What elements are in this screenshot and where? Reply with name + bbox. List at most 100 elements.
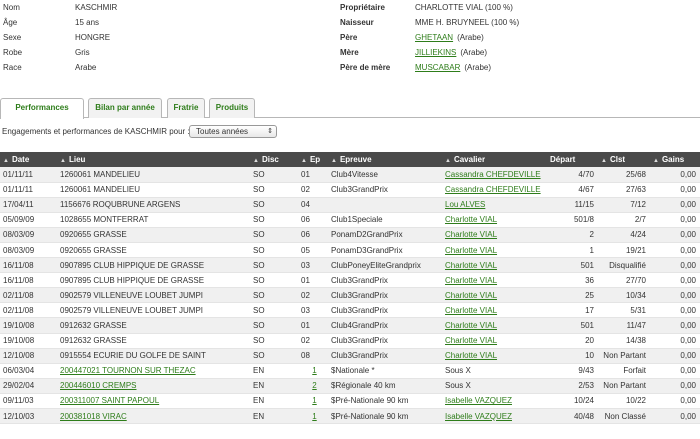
col-cavalier[interactable]: ▲ Cavalier: [442, 152, 547, 167]
table-row: 02/11/08 0902579 VILLENEUVE LOUBET JUMPI S…: [0, 287, 700, 304]
cell-epreuve: $Nationale *: [328, 363, 442, 379]
pere-de-mere-link[interactable]: MUSCABAR: [415, 63, 460, 72]
cell-disc: SO: [250, 242, 298, 259]
cell-disc: EN: [250, 363, 298, 379]
cell-cavalier-link[interactable]: Charlotte VIAL: [445, 246, 497, 255]
cell-cavalier-link[interactable]: Cassandra CHEFDEVILLE: [445, 170, 541, 179]
col-epreuve[interactable]: ▲ Epreuve: [328, 152, 442, 167]
cell-epreuve: Club3GrandPrix: [328, 302, 442, 319]
col-disc[interactable]: ▲ Disc: [250, 152, 298, 167]
cell-epreuve: $Pré-Nationale 90 km: [328, 408, 442, 425]
cell-clst: Non Partant: [598, 378, 650, 394]
tab-produits[interactable]: Produits: [209, 98, 255, 118]
cell-ep: 06: [298, 227, 328, 243]
cell-epreuve: PonamD2GrandPrix: [328, 227, 442, 243]
cell-clst: 25/68: [598, 167, 650, 183]
cell-cavalier-link[interactable]: Charlotte VIAL: [445, 215, 497, 224]
cell-cavalier-link[interactable]: Charlotte VIAL: [445, 291, 497, 300]
col-date[interactable]: ▲ Date: [0, 152, 57, 167]
sort-icon: ▲: [253, 158, 259, 164]
col-depart[interactable]: Départ: [547, 152, 598, 167]
cell-gains: 0,00: [650, 408, 700, 425]
cell-depart: 11/15: [547, 197, 598, 213]
info-value: Arabe: [75, 63, 97, 72]
cell-disc: SO: [250, 317, 298, 334]
cell-gains: 0,00: [650, 317, 700, 334]
cell-cavalier-link[interactable]: Charlotte VIAL: [445, 261, 497, 270]
cell-lieu: 0920655 GRASSE: [57, 227, 250, 243]
col-lieu[interactable]: ▲ Lieu: [57, 152, 250, 167]
cell-cavalier-link[interactable]: Charlotte VIAL: [445, 276, 497, 285]
cell-cavalier: Charlotte VIAL: [442, 317, 547, 334]
mere-race: (Arabe): [460, 48, 488, 57]
cell-cavalier-link[interactable]: Charlotte VIAL: [445, 306, 497, 315]
cell-depart: 501: [547, 317, 598, 334]
cell-epreuve: PonamD3GrandPrix: [328, 242, 442, 259]
pere-link[interactable]: GHETAAN: [415, 33, 453, 42]
cell-clst: 19/21: [598, 242, 650, 259]
cell-cavalier-link[interactable]: Charlotte VIAL: [445, 351, 497, 360]
cell-date: 05/09/09: [0, 212, 57, 228]
mere-link[interactable]: JILLIEKINS: [415, 48, 456, 57]
cell-clst: 5/31: [598, 302, 650, 319]
cell-depart: 20: [547, 333, 598, 349]
cell-depart: 9/43: [547, 363, 598, 379]
col-ep-label: Ep: [309, 155, 321, 164]
cell-cavalier-link[interactable]: Lou ALVES: [445, 200, 485, 209]
cell-cavalier: Isabelle VAZQUEZ: [442, 408, 547, 425]
cell-lieu-link[interactable]: 200447021 TOURNON SUR THEZAC: [60, 366, 196, 375]
tab-bilan-par-annee[interactable]: Bilan par année: [88, 98, 162, 118]
cell-gains: 0,00: [650, 287, 700, 304]
info-label: Père de mère: [340, 63, 391, 72]
col-gains[interactable]: ▲ Gains: [650, 152, 700, 167]
cell-epreuve: Club3GrandPrix: [328, 182, 442, 198]
cell-ep-link[interactable]: 1: [312, 396, 316, 405]
cell-cavalier-link[interactable]: Cassandra CHEFDEVILLE: [445, 185, 541, 194]
col-clst-label: Clst: [609, 155, 626, 164]
cell-lieu-link[interactable]: 200446010 CREMPS: [60, 381, 137, 390]
cell-clst: 27/70: [598, 272, 650, 289]
year-filter: Engagements et performances de KASCHMIR …: [2, 125, 277, 139]
cell-depart: 2/53: [547, 378, 598, 394]
cell-ep-link[interactable]: 1: [312, 412, 316, 421]
tab-bar: Performances Bilan par année Fratrie Pro…: [0, 98, 700, 119]
info-value-wrap: GHETAAN (Arabe): [415, 31, 484, 44]
cell-clst: Disqualifié: [598, 257, 650, 274]
tab-fratrie[interactable]: Fratrie: [167, 98, 205, 118]
cell-ep: 04: [298, 197, 328, 213]
cell-cavalier-link[interactable]: Charlotte VIAL: [445, 230, 497, 239]
cell-lieu: 200446010 CREMPS: [57, 378, 250, 394]
cell-cavalier-link[interactable]: Isabelle VAZQUEZ: [445, 412, 512, 421]
table-row: 19/10/08 0912632 GRASSE SO 01 Club4GrandPrix…: [0, 317, 700, 334]
cell-ep: 02: [298, 333, 328, 349]
cell-disc: SO: [250, 348, 298, 364]
cell-ep-link[interactable]: 1: [312, 366, 316, 375]
table-row: 06/03/04 200447021 TOURNON SUR THEZAC EN 1 $…: [0, 363, 700, 379]
cell-lieu-link[interactable]: 200311007 SAINT PAPOUL: [60, 396, 159, 405]
cell-clst: 2/7: [598, 212, 650, 228]
sort-icon: ▲: [331, 158, 337, 164]
pere-race: (Arabe): [457, 33, 484, 42]
cell-epreuve: ClubPoneyEliteGrandprix: [328, 257, 442, 274]
col-clst[interactable]: ▲ Clst: [598, 152, 650, 167]
cell-date: 01/11/11: [0, 182, 57, 198]
cell-lieu: 1260061 MANDELIEU: [57, 182, 250, 198]
cell-ep: 02: [298, 182, 328, 198]
cell-gains: 0,00: [650, 257, 700, 274]
cell-lieu-link[interactable]: 200381018 VIRAC: [60, 412, 127, 421]
year-select[interactable]: Toutes années ⇕: [189, 125, 277, 138]
tab-performances[interactable]: Performances: [0, 98, 84, 119]
info-label: Père: [340, 33, 358, 42]
info-label: Sexe: [3, 33, 22, 42]
cell-cavalier-link[interactable]: Charlotte VIAL: [445, 321, 497, 330]
cell-cavalier-link[interactable]: Charlotte VIAL: [445, 336, 497, 345]
cell-epreuve: Club1Speciale: [328, 212, 442, 228]
cell-clst: 10/34: [598, 287, 650, 304]
col-ep[interactable]: ▲ Ep: [298, 152, 328, 167]
cell-ep-link[interactable]: 2: [312, 381, 316, 390]
cell-date: 02/11/08: [0, 287, 57, 304]
cell-disc: SO: [250, 197, 298, 213]
cell-cavalier-link[interactable]: Isabelle VAZQUEZ: [445, 396, 512, 405]
cell-lieu: 0902579 VILLENEUVE LOUBET JUMPI: [57, 287, 250, 304]
cell-cavalier: Charlotte VIAL: [442, 272, 547, 289]
